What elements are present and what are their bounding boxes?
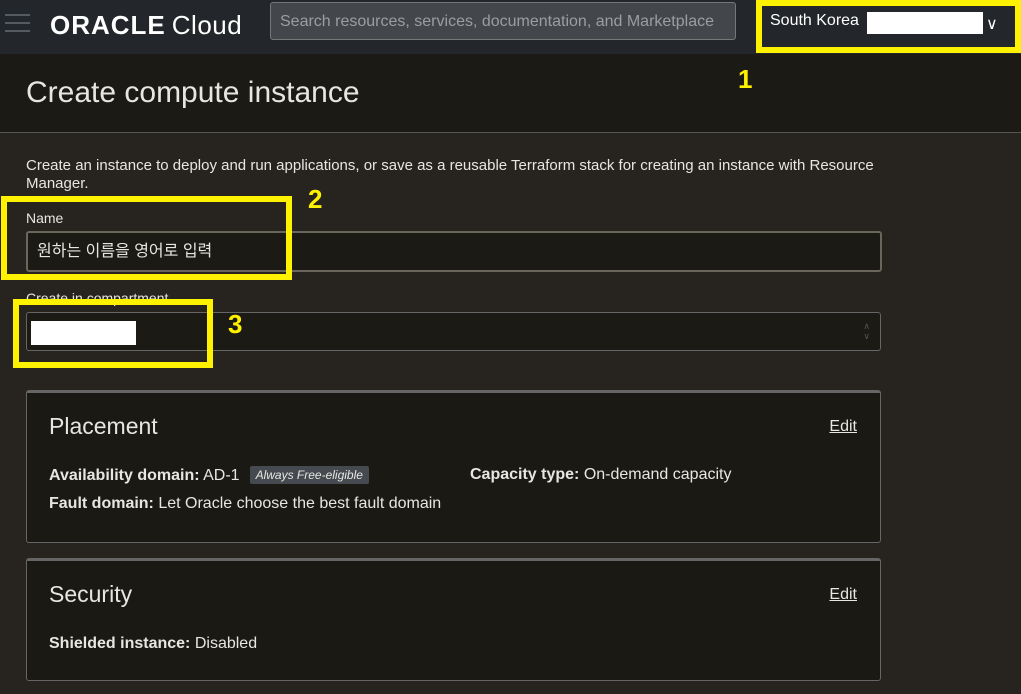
security-card: Security Edit Shielded instance: Disable… [26,558,881,681]
annotation-box-1 [756,0,1021,53]
oracle-cloud-logo[interactable]: ORACLE Cloud [50,10,242,41]
page-header: Create compute instance [0,54,1021,133]
placement-title: Placement [49,413,158,439]
capacity-type: Capacity type: On-demand capacity [470,466,732,483]
annotation-box-2 [1,196,292,280]
annotation-number-2: 2 [308,184,323,214]
annotation-number-1: 1 [738,64,753,94]
annotation-number-3: 3 [228,309,243,339]
security-edit-link[interactable]: Edit [829,586,857,604]
security-title: Security [49,581,133,607]
page-title: Create compute instance [26,76,360,109]
fault-domain: Fault domain: Let Oracle choose the best… [49,495,442,512]
shielded-instance: Shielded instance: Disabled [49,635,258,652]
availability-domain: Availability domain: AD-1 Always Free-eli… [49,466,369,485]
hamburger-icon[interactable] [5,14,30,32]
page-description: Create an instance to deploy and run app… [26,157,874,192]
search-input[interactable]: Search resources, services, documentatio… [270,2,736,40]
up-down-icon: ∧ ∨ [863,321,870,341]
annotation-box-3 [13,299,213,368]
placement-card: Placement Edit Availability domain: AD-1… [26,390,881,543]
always-free-badge: Always Free-eligible [249,466,369,484]
placement-edit-link[interactable]: Edit [829,418,857,436]
